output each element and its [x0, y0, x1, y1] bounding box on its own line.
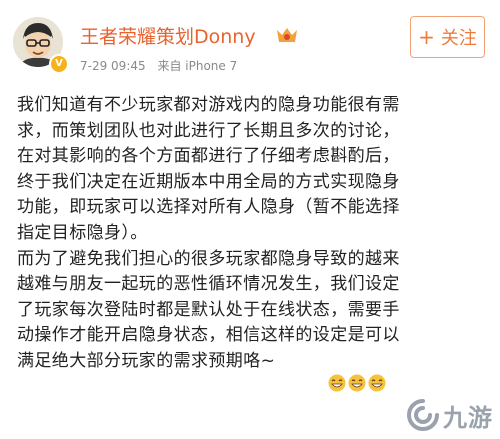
follow-button[interactable]: + 关注	[410, 16, 485, 58]
post-timestamp: 7-29 09:45	[80, 59, 146, 73]
grin-emoji-icon	[348, 374, 366, 392]
jiuyou-logo-icon	[407, 399, 439, 431]
watermark: 九游	[405, 396, 493, 434]
vip-crown-icon	[277, 28, 297, 42]
verified-badge-icon: V	[49, 54, 69, 74]
grin-emoji-icon	[368, 374, 386, 392]
emoji-row	[328, 374, 388, 392]
watermark-text: 九游	[443, 403, 493, 432]
author-name[interactable]: 王者荣耀策划Donny	[80, 22, 256, 49]
post-meta: 7-29 09:45 来自 iPhone 7	[80, 57, 245, 74]
grin-emoji-icon	[328, 374, 346, 392]
post-source: 来自 iPhone 7	[157, 59, 238, 73]
plus-icon: +	[418, 25, 435, 49]
weibo-post: V 王者荣耀策划Donny 7-29 09:45 来自 iPhone 7 + 关…	[0, 0, 500, 439]
follow-label: 关注	[440, 28, 477, 49]
post-text: 我们知道有不少玩家都对游戏内的隐身功能很有需 求，而策划团队也对此进行了长期且多…	[17, 95, 400, 371]
